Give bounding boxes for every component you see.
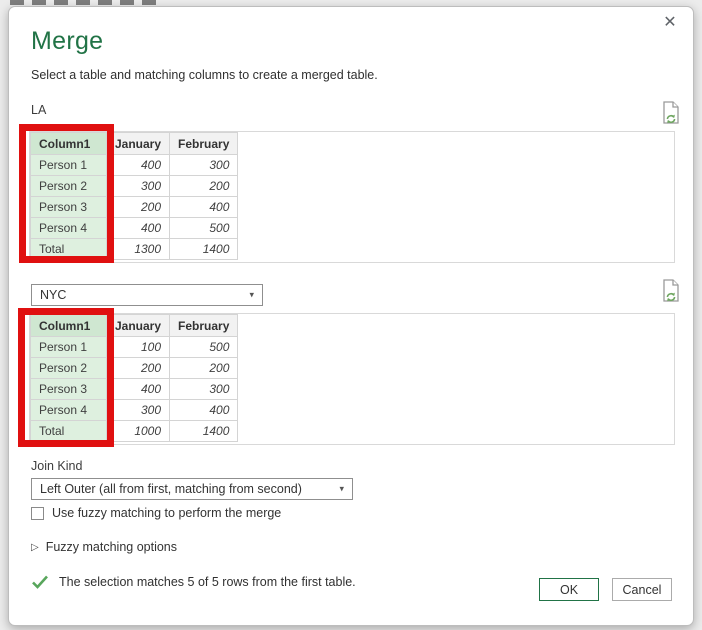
table-header-row: Column1 January February xyxy=(31,315,238,337)
table-row: Person 3 400 300 xyxy=(31,379,238,400)
dialog-title: Merge xyxy=(31,27,103,56)
table-row: Person 3 200 400 xyxy=(31,197,238,218)
table-cell[interactable]: 1300 xyxy=(107,239,170,260)
second-table: Column1 January February Person 1 100 50… xyxy=(30,314,238,442)
fuzzy-matching-checkbox-row: Use fuzzy matching to perform the merge xyxy=(31,506,281,520)
column-header-february[interactable]: February xyxy=(170,315,238,337)
table-cell[interactable]: Total xyxy=(31,421,107,442)
table-row: Total 1000 1400 xyxy=(31,421,238,442)
table-cell[interactable]: 300 xyxy=(170,155,238,176)
dialog-subtitle: Select a table and matching columns to c… xyxy=(31,68,378,82)
second-table-selector-value: NYC xyxy=(40,288,66,302)
fuzzy-options-label: Fuzzy matching options xyxy=(46,540,177,554)
close-icon[interactable]: ✕ xyxy=(657,11,683,35)
second-table-selector[interactable]: NYC ▾ xyxy=(31,284,263,306)
ok-button[interactable]: OK xyxy=(539,578,599,601)
table-cell[interactable]: 200 xyxy=(107,197,170,218)
first-table: Column1 January February Person 1 400 30… xyxy=(30,132,238,260)
table-cell[interactable]: 100 xyxy=(107,337,170,358)
table-cell[interactable]: 200 xyxy=(170,358,238,379)
table-cell[interactable]: 300 xyxy=(107,176,170,197)
table-cell[interactable]: Person 2 xyxy=(31,358,107,379)
column-header-february[interactable]: February xyxy=(170,133,238,155)
table-cell[interactable]: 400 xyxy=(107,218,170,239)
table-row: Person 1 100 500 xyxy=(31,337,238,358)
table-cell[interactable]: 200 xyxy=(107,358,170,379)
cancel-button[interactable]: Cancel xyxy=(612,578,672,601)
table-cell[interactable]: 300 xyxy=(107,400,170,421)
table-cell[interactable]: Person 4 xyxy=(31,218,107,239)
status-row: The selection matches 5 of 5 rows from t… xyxy=(31,574,356,590)
table-cell[interactable]: 400 xyxy=(107,155,170,176)
table-cell[interactable]: 1000 xyxy=(107,421,170,442)
column-header-column1[interactable]: Column1 xyxy=(31,315,107,337)
table-cell[interactable]: Person 1 xyxy=(31,155,107,176)
join-kind-selected-value: Left Outer (all from first, matching fro… xyxy=(40,482,302,496)
table-cell[interactable]: 400 xyxy=(107,379,170,400)
table-cell[interactable]: Person 3 xyxy=(31,379,107,400)
table-cell[interactable]: Person 1 xyxy=(31,337,107,358)
refresh-preview-icon[interactable] xyxy=(661,101,681,127)
table-header-row: Column1 January February xyxy=(31,133,238,155)
table-cell[interactable]: 500 xyxy=(170,218,238,239)
chevron-down-icon: ▾ xyxy=(249,290,254,301)
status-message: The selection matches 5 of 5 rows from t… xyxy=(59,575,356,589)
table-row: Total 1300 1400 xyxy=(31,239,238,260)
fuzzy-matching-checkbox-label[interactable]: Use fuzzy matching to perform the merge xyxy=(52,506,281,520)
table-cell[interactable]: Person 2 xyxy=(31,176,107,197)
join-kind-dropdown[interactable]: Left Outer (all from first, matching fro… xyxy=(31,478,353,500)
table-row: Person 1 400 300 xyxy=(31,155,238,176)
expander-collapsed-icon: ▷ xyxy=(31,542,39,553)
first-table-label: LA xyxy=(31,103,46,117)
table-row: Person 4 400 500 xyxy=(31,218,238,239)
table-row: Person 2 200 200 xyxy=(31,358,238,379)
table-cell[interactable]: 200 xyxy=(170,176,238,197)
background-window-text xyxy=(10,0,160,5)
table-cell[interactable]: 1400 xyxy=(170,239,238,260)
table-cell[interactable]: 500 xyxy=(170,337,238,358)
table-cell[interactable]: 300 xyxy=(170,379,238,400)
second-table-preview: Column1 January February Person 1 100 50… xyxy=(29,313,675,445)
column-header-column1[interactable]: Column1 xyxy=(31,133,107,155)
table-row: Person 4 300 400 xyxy=(31,400,238,421)
table-cell[interactable]: Person 4 xyxy=(31,400,107,421)
merge-dialog: ✕ Merge Select a table and matching colu… xyxy=(8,6,694,626)
checkmark-icon xyxy=(31,574,49,590)
column-header-january[interactable]: January xyxy=(107,315,170,337)
fuzzy-options-expander[interactable]: ▷ Fuzzy matching options xyxy=(31,540,177,554)
table-cell[interactable]: Person 3 xyxy=(31,197,107,218)
table-cell[interactable]: 1400 xyxy=(170,421,238,442)
table-cell[interactable]: 400 xyxy=(170,400,238,421)
join-kind-label: Join Kind xyxy=(31,459,82,473)
table-cell[interactable]: Total xyxy=(31,239,107,260)
column-header-january[interactable]: January xyxy=(107,133,170,155)
refresh-preview-icon[interactable] xyxy=(661,279,681,305)
chevron-down-icon: ▾ xyxy=(339,484,344,495)
table-row: Person 2 300 200 xyxy=(31,176,238,197)
fuzzy-matching-checkbox[interactable] xyxy=(31,507,44,520)
first-table-preview: Column1 January February Person 1 400 30… xyxy=(29,131,675,263)
table-cell[interactable]: 400 xyxy=(170,197,238,218)
